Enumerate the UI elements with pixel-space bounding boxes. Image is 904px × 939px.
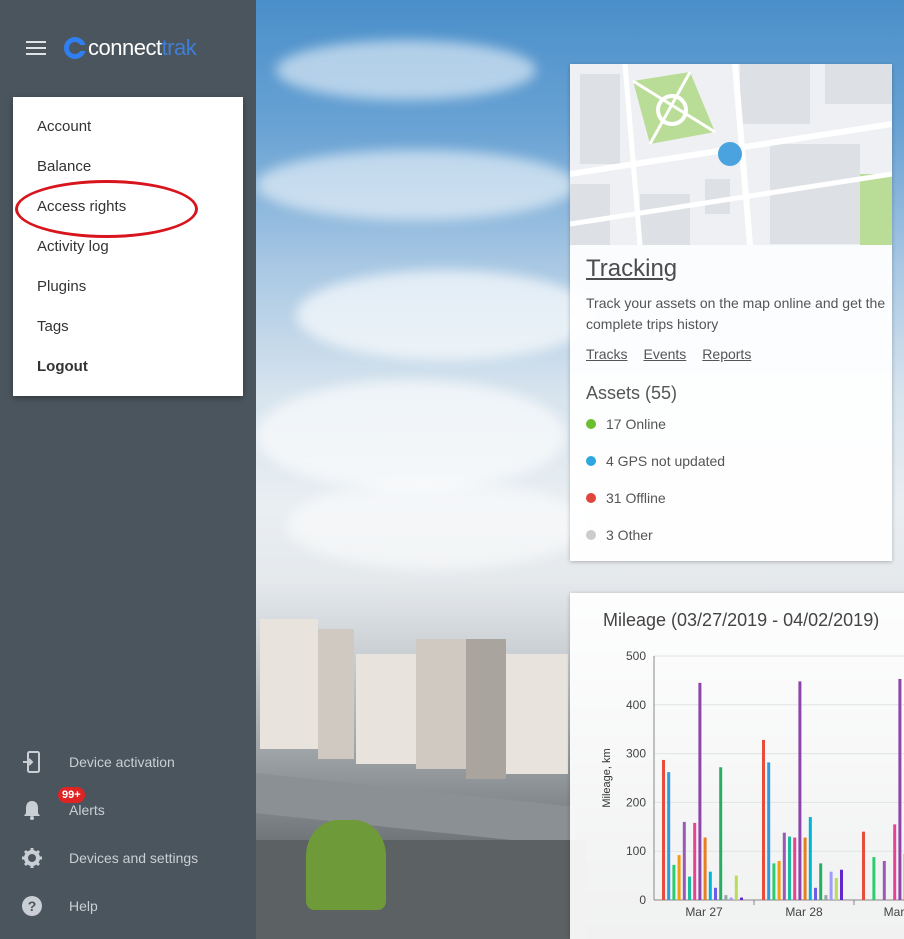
bar: [808, 817, 812, 900]
bar: [840, 869, 843, 900]
reports-link[interactable]: Reports: [702, 346, 751, 362]
y-tick-label: 100: [626, 844, 646, 858]
bar: [740, 897, 743, 900]
tracking-title-link[interactable]: Tracking: [586, 255, 677, 283]
y-tick-label: 300: [626, 747, 646, 761]
x-tick-label: Mar: [884, 905, 904, 919]
bar: [667, 772, 671, 900]
bar: [834, 878, 838, 900]
tracking-card: Tracking Track your assets on the map on…: [570, 64, 892, 561]
bar: [708, 871, 712, 900]
tracking-description: Track your assets on the map online and …: [586, 295, 886, 332]
mileage-card: Mileage (03/27/2019 - 04/02/2019) 0 100 20…: [570, 593, 904, 939]
bar: [829, 871, 833, 900]
bar: [729, 897, 733, 900]
menu-item-plugins[interactable]: Plugins: [13, 267, 243, 307]
map-roads: [570, 64, 892, 245]
logo[interactable]: connect trak: [64, 34, 197, 62]
bar: [772, 863, 776, 900]
map-illustration: [570, 64, 892, 245]
assets-title: Assets (55): [586, 383, 678, 403]
menu-icon[interactable]: [26, 41, 46, 55]
bar: [703, 837, 707, 900]
asset-status-other[interactable]: 3 Other: [586, 527, 653, 543]
x-tick-label: Mar 27: [685, 905, 723, 919]
y-axis-label: Mileage, km: [601, 748, 613, 807]
bar: [724, 895, 728, 900]
bar: [798, 681, 802, 900]
status-dot-icon: [586, 530, 596, 540]
gear-icon: [21, 847, 43, 869]
bar: [672, 864, 676, 900]
bell-icon: 99+: [21, 787, 85, 821]
menu-item-activity-log[interactable]: Activity log: [13, 227, 243, 267]
bar: [793, 837, 797, 900]
svg-text:?: ?: [28, 898, 37, 914]
y-tick-label: 400: [626, 698, 646, 712]
logo-icon: [64, 37, 86, 59]
bar: [862, 831, 865, 900]
menu-item-balance[interactable]: Balance: [13, 147, 243, 187]
bar: [872, 857, 876, 900]
bar: [777, 860, 781, 900]
bar: [819, 863, 823, 900]
bar: [698, 682, 702, 900]
y-tick-label: 500: [626, 649, 646, 663]
bar: [734, 875, 738, 900]
bar: [688, 876, 691, 900]
asset-status-online[interactable]: 17 Online: [586, 416, 666, 432]
bar: [898, 678, 902, 900]
bar: [719, 767, 723, 900]
asset-status-label: 4 GPS not updated: [606, 453, 726, 469]
bar: [814, 887, 817, 900]
tracks-link[interactable]: Tracks: [586, 346, 627, 362]
location-marker: [718, 142, 742, 166]
y-tick-label: 200: [626, 795, 646, 809]
asset-status-offline[interactable]: 31 Offline: [586, 490, 666, 506]
status-dot-icon: [586, 419, 596, 429]
bar: [662, 759, 665, 900]
logo-text-accent: trak: [161, 35, 197, 60]
user-menu: Account Balance Access rights Activity l…: [13, 97, 243, 396]
menu-item-account[interactable]: Account: [13, 107, 243, 147]
logo-text: connect: [88, 35, 162, 60]
x-tick-label: Mar 28: [785, 905, 823, 919]
menu-item-access-rights[interactable]: Access rights: [13, 187, 243, 227]
asset-status-label: 31 Offline: [606, 490, 666, 506]
bar: [893, 824, 897, 900]
menu-item-logout[interactable]: Logout: [13, 347, 243, 387]
help-button[interactable]: ? Help: [0, 882, 256, 930]
bar: [767, 762, 771, 900]
tracking-links: Tracks Events Reports: [586, 346, 751, 362]
asset-status-gps-not-updated[interactable]: 4 GPS not updated: [586, 453, 725, 469]
events-link[interactable]: Events: [643, 346, 686, 362]
bar: [824, 895, 828, 900]
bar: [762, 739, 765, 900]
bar: [677, 855, 681, 900]
asset-status-label: 3 Other: [606, 527, 653, 543]
bar: [693, 822, 697, 900]
alerts-badge: 99+: [58, 787, 85, 803]
bar: [782, 832, 786, 900]
bar: [803, 837, 807, 900]
status-dot-icon: [586, 456, 596, 466]
y-tick-label: 0: [639, 893, 646, 907]
bar: [714, 887, 717, 900]
asset-status-label: 17 Online: [606, 416, 666, 432]
alerts-label: Alerts: [69, 802, 105, 818]
device-activation-icon: [21, 751, 43, 773]
alerts-button[interactable]: 99+ Alerts: [0, 786, 256, 834]
help-icon: ?: [21, 895, 43, 917]
devices-settings-label: Devices and settings: [69, 850, 199, 866]
help-label: Help: [69, 898, 98, 914]
bar: [882, 860, 886, 900]
device-activation-label: Device activation: [69, 754, 175, 770]
devices-settings-button[interactable]: Devices and settings: [0, 834, 256, 882]
device-activation-button[interactable]: Device activation: [0, 738, 256, 786]
bar: [788, 836, 791, 900]
mileage-chart: 0 100 200 300 400 500 Mileage, km Mar 27 Mar 28 M…: [601, 649, 904, 919]
status-dot-icon: [586, 493, 596, 503]
bar: [682, 821, 686, 900]
menu-item-tags[interactable]: Tags: [13, 307, 243, 347]
